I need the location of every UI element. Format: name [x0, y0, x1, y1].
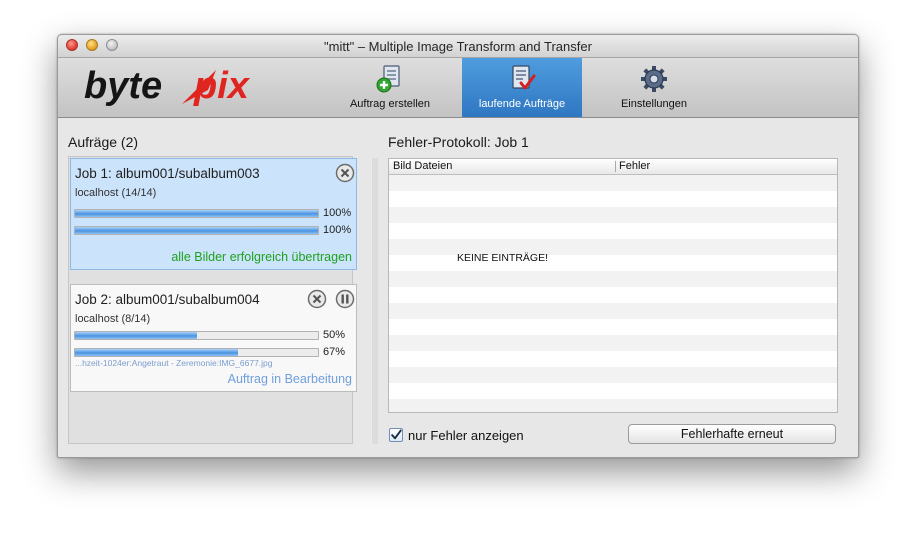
running-jobs-button[interactable]: laufende Aufträge: [462, 58, 582, 117]
title-bar: "mitt" – Multiple Image Transform and Tr…: [58, 35, 858, 58]
retry-failed-button[interactable]: Fehlerhafte erneut: [628, 424, 836, 444]
progress-fill: [75, 349, 238, 356]
split-divider[interactable]: [371, 158, 378, 444]
error-log-heading: Fehler-Protokoll: Job 1: [388, 134, 529, 150]
job-progress-bar-1: [74, 209, 319, 218]
jobs-heading: Aufräge (2): [68, 134, 139, 150]
job-progress-bar-2: [74, 226, 319, 235]
job-progress-bar-1: [74, 331, 319, 340]
error-log-table[interactable]: Bild Dateien Fehler KEINE EINTRÄGE!: [388, 158, 838, 413]
document-check-icon: [512, 65, 536, 90]
job-title: Job 1: album001/subalbum003: [75, 166, 260, 181]
create-job-button[interactable]: Auftrag erstellen: [330, 58, 450, 117]
job-status: Auftrag in Bearbeitung: [227, 372, 352, 386]
logo-text-right: pix: [193, 65, 251, 107]
gear-icon: [641, 66, 667, 92]
app-window: "mitt" – Multiple Image Transform and Tr…: [57, 34, 859, 458]
column-header-files[interactable]: Bild Dateien: [393, 160, 452, 172]
progress-fill: [75, 332, 197, 339]
document-add-icon: [376, 65, 400, 93]
pause-job-icon[interactable]: [335, 289, 355, 309]
job-list[interactable]: Job 1: album001/subalbum003 localhost (1…: [68, 156, 357, 444]
job-progress-label-2: 100%: [323, 224, 352, 236]
progress-fill: [75, 227, 318, 234]
main-content: Aufräge (2) Fehler-Protokoll: Job 1 Job …: [58, 118, 858, 457]
job-title: Job 2: album001/subalbum004: [75, 292, 260, 307]
create-job-label: Auftrag erstellen: [349, 98, 431, 110]
toolbar: byte pix Auftrag erstellen laufende Auft…: [58, 58, 858, 118]
progress-fill: [75, 210, 318, 217]
job-item-2[interactable]: Job 2: album001/subalbum004 localhost (8…: [70, 284, 357, 392]
cancel-job-icon[interactable]: [335, 163, 355, 183]
only-errors-label[interactable]: nur Fehler anzeigen: [408, 428, 524, 443]
settings-button[interactable]: Einstellungen: [594, 58, 714, 117]
job-progress-label-2: 67%: [323, 346, 346, 358]
job-host: localhost (8/14): [75, 313, 151, 325]
job-current-file: ...hzeit-1024er:Angetraut - Zeremonie:IM…: [75, 358, 273, 368]
only-errors-checkbox[interactable]: [389, 428, 403, 442]
column-divider: [615, 161, 616, 172]
table-body: [389, 175, 837, 412]
bytepix-logo: byte pix: [84, 65, 251, 107]
job-status: alle Bilder erfolgreich übertragen: [171, 250, 352, 264]
running-jobs-label: laufende Aufträge: [478, 98, 566, 110]
checkmark-icon: [391, 429, 402, 440]
logo-text-left: byte: [84, 65, 162, 107]
column-header-errors[interactable]: Fehler: [619, 160, 650, 172]
job-progress-label-1: 50%: [323, 329, 346, 341]
settings-label: Einstellungen: [620, 98, 688, 110]
job-progress-bar-2: [74, 348, 319, 357]
job-item-1[interactable]: Job 1: album001/subalbum003 localhost (1…: [70, 158, 357, 270]
window-title: "mitt" – Multiple Image Transform and Tr…: [324, 39, 592, 54]
table-header: Bild Dateien Fehler: [389, 159, 837, 175]
empty-message: KEINE EINTRÄGE!: [457, 252, 549, 264]
job-progress-label-1: 100%: [323, 207, 352, 219]
cancel-job-icon[interactable]: [307, 289, 327, 309]
job-host: localhost (14/14): [75, 187, 157, 199]
